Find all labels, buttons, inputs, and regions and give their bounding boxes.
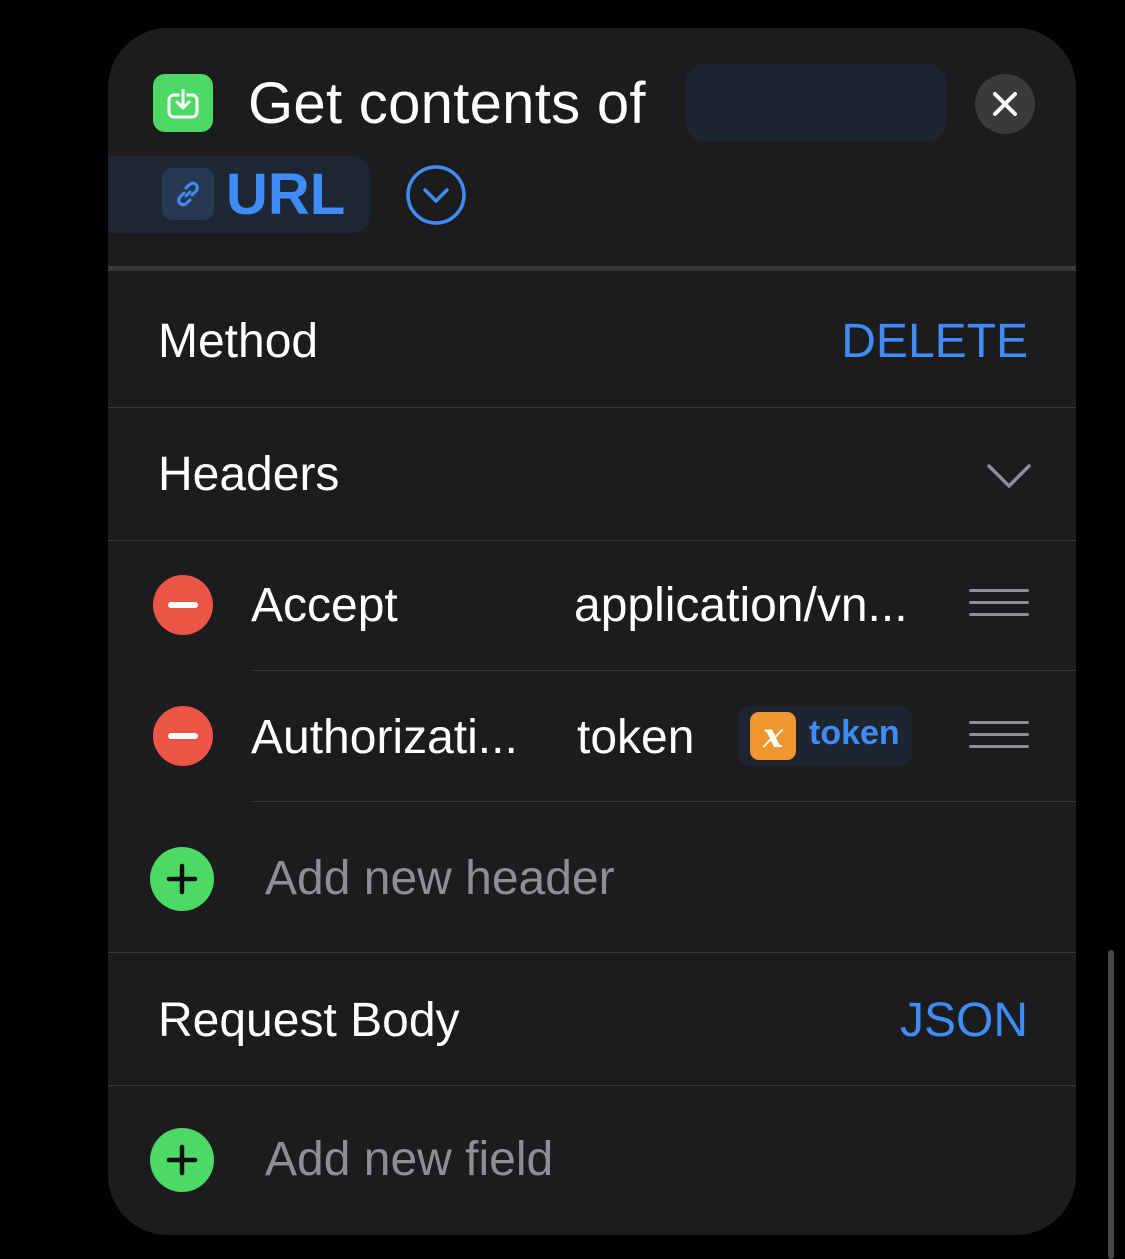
row-divider [253,801,1076,802]
headers-label: Headers [158,448,340,501]
add-new-header-field[interactable]: Add new header [265,851,615,906]
header-value-text[interactable]: token [577,710,694,765]
row-divider [108,952,1076,953]
request-body-label: Request Body [158,994,460,1047]
header-key[interactable]: Accept [251,578,398,633]
plus-icon [166,1144,198,1176]
action-card: Get contents of URL Method DELETE Header… [108,28,1076,1235]
redacted-parameter[interactable] [686,64,946,141]
method-value[interactable]: DELETE [841,314,1028,369]
variable-token-label[interactable]: token [809,714,900,753]
action-title: Get contents of [248,71,646,136]
minus-icon [168,733,198,739]
request-body-value[interactable]: JSON [900,993,1028,1048]
variable-x-icon: x [750,712,796,760]
row-divider [108,407,1076,408]
header-key[interactable]: Authorizati... [251,710,518,765]
add-field-button[interactable] [150,1128,214,1192]
remove-header-button[interactable] [153,575,213,635]
link-icon [162,168,214,220]
plus-icon [166,863,198,895]
download-into-tray-icon [153,74,213,132]
header-value[interactable]: application/vn... [574,578,908,633]
minus-icon [168,602,198,608]
row-divider [108,540,1076,541]
reorder-handle-icon[interactable] [969,721,1029,753]
close-icon [993,92,1017,116]
scrollbar[interactable] [1108,950,1114,1259]
method-label: Method [158,315,319,368]
expand-chevron-circle-icon[interactable] [406,165,466,225]
add-header-button[interactable] [150,847,214,911]
row-divider [108,1085,1076,1086]
close-button[interactable] [975,74,1035,134]
remove-header-button[interactable] [153,706,213,766]
add-new-field[interactable]: Add new field [265,1132,553,1187]
section-divider [108,266,1076,271]
chevron-down-icon[interactable] [986,461,1032,491]
url-token-label[interactable]: URL [226,161,345,228]
reorder-handle-icon[interactable] [969,589,1029,621]
row-divider [253,670,1076,671]
